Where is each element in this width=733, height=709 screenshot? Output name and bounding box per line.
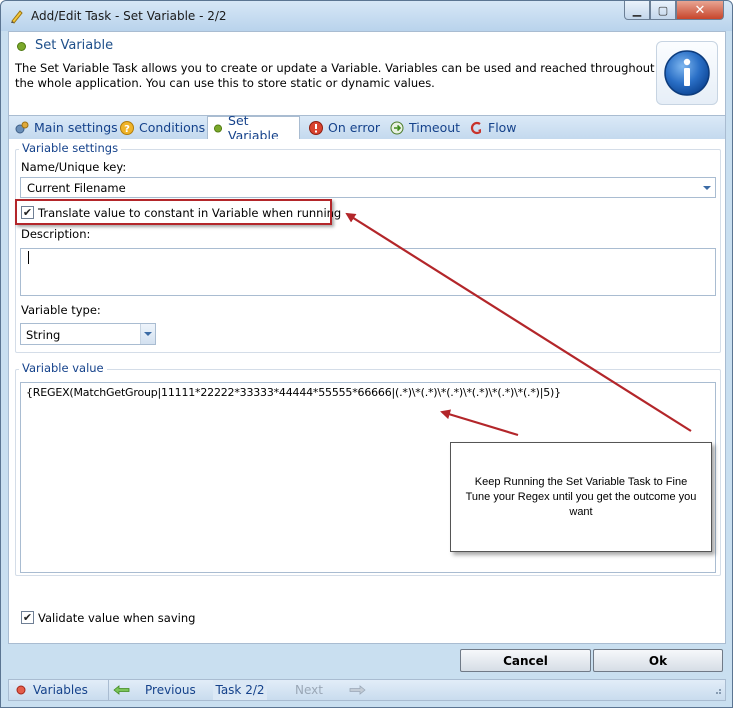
tab-label: Main settings — [34, 120, 118, 135]
text-cursor — [28, 251, 29, 264]
tab-bar: Main settings ? Conditions Set Variable … — [8, 113, 726, 143]
checkmark-icon: ✔ — [22, 611, 33, 624]
arrow-left-icon — [113, 685, 130, 695]
validate-label: Validate value when saving — [38, 611, 196, 625]
dialog-window: Add/Edit Task - Set Variable - 2/2 ▁ ▢ ✕… — [0, 0, 733, 708]
variables-icon — [16, 685, 26, 695]
tab-label: Timeout — [409, 120, 461, 135]
title-bar[interactable]: Add/Edit Task - Set Variable - 2/2 ▁ ▢ ✕ — [1, 1, 732, 31]
task-indicator-label: Task 2/2 — [215, 683, 265, 697]
question-icon: ? — [120, 120, 134, 135]
tab-flow[interactable]: Flow — [469, 116, 517, 139]
group-title: Variable value — [19, 361, 107, 375]
ok-button[interactable]: Ok — [593, 649, 723, 672]
maximize-icon: ▢ — [657, 3, 669, 17]
name-value: Current Filename — [27, 181, 126, 195]
gears-icon — [15, 121, 29, 133]
green-dot-icon — [214, 123, 223, 133]
task-description: The Set Variable Task allows you to crea… — [15, 61, 655, 90]
close-button[interactable]: ✕ — [676, 1, 724, 20]
variable-type-value: String — [26, 328, 61, 342]
name-combobox[interactable]: Current Filename — [20, 177, 716, 198]
minimize-button[interactable]: ▁ — [624, 1, 650, 20]
name-label: Name/Unique key: — [21, 160, 127, 174]
ok-label: Ok — [648, 653, 668, 668]
minimize-icon: ▁ — [632, 3, 642, 17]
status-bar: Variables Previous Task 2/2 Next — [8, 679, 726, 701]
stop-icon — [309, 120, 323, 135]
tab-label: On error — [328, 120, 380, 135]
arrow-right-icon — [349, 685, 366, 695]
tab-conditions[interactable]: ? Conditions — [120, 116, 205, 139]
green-dot-icon — [17, 42, 26, 51]
svg-text:?: ? — [124, 124, 130, 135]
annotation-note: Keep Running the Set Variable Task to Fi… — [450, 442, 712, 552]
variables-button[interactable]: Variables — [9, 680, 109, 700]
close-icon: ✕ — [694, 2, 706, 18]
flow-arrow-icon — [470, 121, 481, 134]
group-title: Variable settings — [19, 141, 122, 155]
tab-label: Flow — [488, 120, 517, 135]
tab-timeout[interactable]: Timeout — [390, 116, 460, 139]
page-title: Set Variable — [35, 38, 114, 53]
previous-label: Previous — [145, 683, 196, 697]
chevron-down-icon — [144, 332, 152, 336]
annotation-note-text: Keep Running the Set Variable Task to Fi… — [465, 475, 697, 518]
variable-type-select[interactable]: String — [20, 323, 156, 345]
tab-main-settings[interactable]: Main settings — [15, 116, 118, 139]
tab-set-variable[interactable]: Set Variable — [207, 113, 300, 143]
next-label: Next — [295, 683, 323, 697]
chevron-down-icon[interactable] — [703, 185, 711, 190]
previous-button[interactable]: Previous — [113, 680, 213, 700]
task-header: Set Variable The Set Variable Task allow… — [8, 31, 726, 116]
variable-value-text: {REGEX(MatchGetGroup|11111*22222*33333*4… — [26, 386, 561, 399]
dropdown-button[interactable] — [140, 324, 155, 344]
description-textarea[interactable] — [20, 248, 716, 296]
window-title: Add/Edit Task - Set Variable - 2/2 — [31, 9, 227, 23]
task-indicator: Task 2/2 — [213, 680, 267, 700]
validate-checkbox[interactable]: ✔ — [21, 611, 34, 624]
variables-label: Variables — [33, 683, 88, 697]
tab-label: Conditions — [139, 120, 206, 135]
tab-on-error[interactable]: On error — [309, 116, 380, 139]
variable-type-label: Variable type: — [21, 303, 101, 317]
annotation-highlight — [15, 199, 332, 225]
resize-grip-icon[interactable] — [712, 680, 725, 700]
pencil-icon — [11, 10, 23, 24]
info-icon — [656, 41, 718, 105]
maximize-button[interactable]: ▢ — [650, 1, 676, 20]
cancel-button[interactable]: Cancel — [460, 649, 591, 672]
clock-arrow-icon — [390, 121, 404, 134]
description-label: Description: — [21, 227, 91, 241]
next-button[interactable]: Next — [295, 680, 375, 700]
cancel-label: Cancel — [503, 653, 548, 668]
